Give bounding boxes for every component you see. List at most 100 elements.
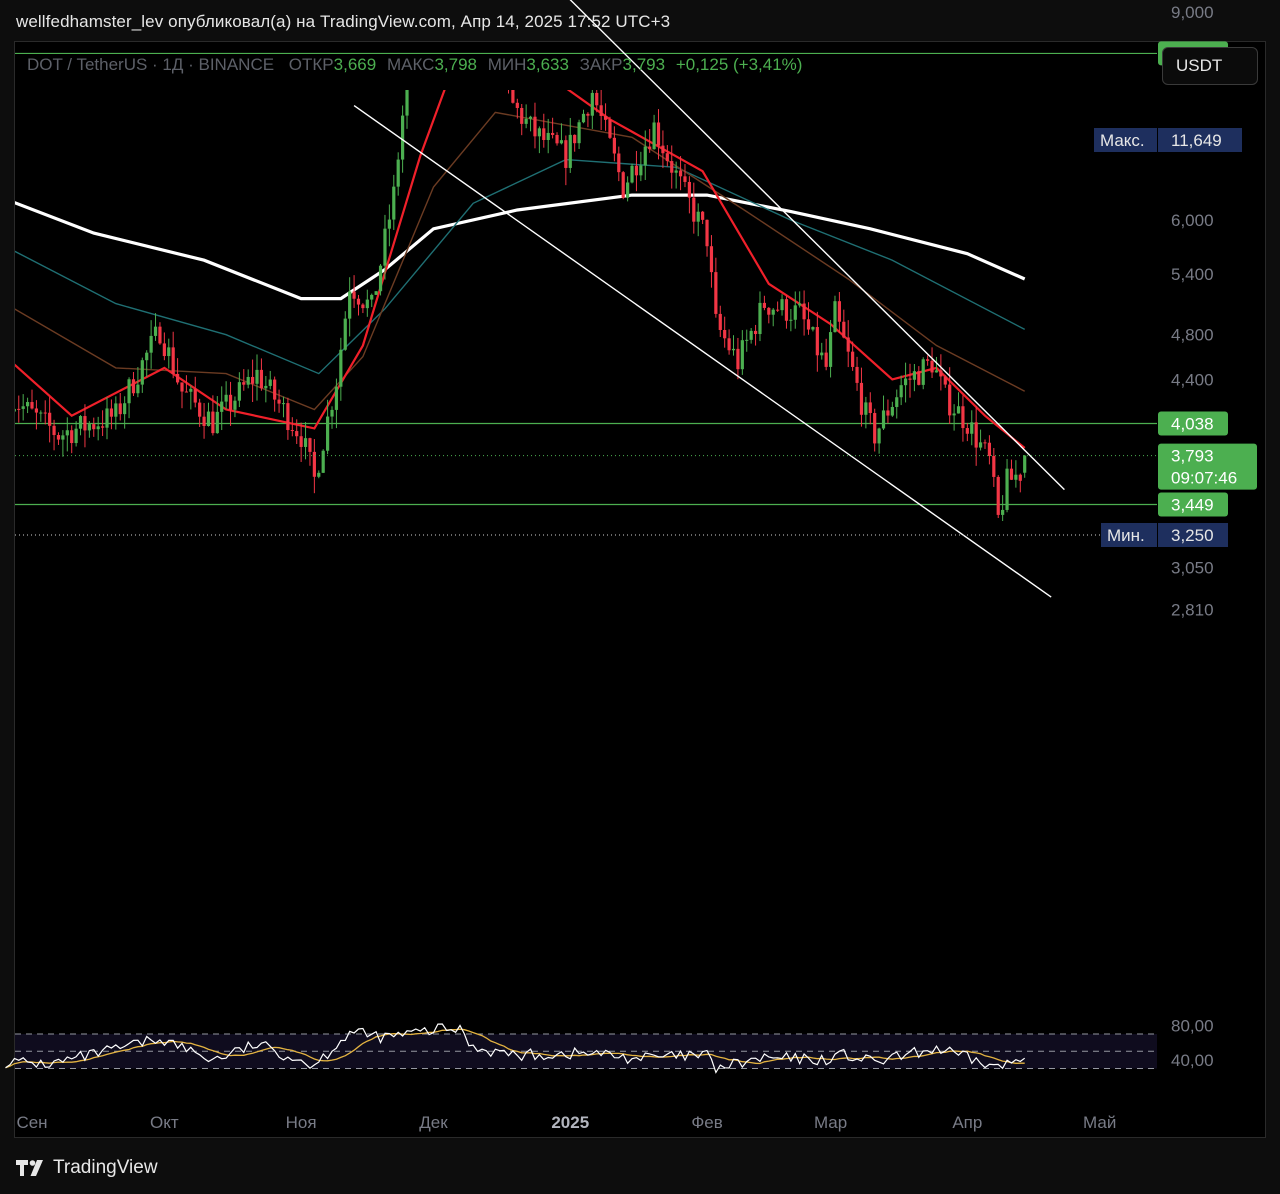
candle-body: [419, 28, 422, 54]
candle-body: [793, 305, 797, 320]
candle-body: [383, 228, 387, 266]
legend-symbol: DOT / TetherUS · 1Д · BINANCE: [27, 55, 275, 74]
candle-body: [714, 272, 718, 314]
candle-body: [211, 411, 215, 434]
time-axis-tick-label: Фев: [691, 1113, 722, 1132]
candle-body: [48, 412, 52, 426]
currency-button[interactable]: USDT: [1162, 47, 1258, 85]
candle-body: [903, 378, 908, 386]
candle-body: [237, 382, 241, 401]
candle-body: [167, 347, 171, 357]
candle-body: [798, 303, 802, 306]
candle-body: [268, 379, 272, 386]
candle-body: [476, 24, 479, 34]
tradingview-logo[interactable]: TradingView: [16, 1157, 158, 1179]
candle-body: [930, 360, 934, 373]
time-axis-tick-label: Дек: [419, 1113, 448, 1132]
candle-body: [934, 370, 939, 373]
rsi-axis-tick-label: 40,00: [1171, 1051, 1214, 1070]
candle-body: [356, 298, 361, 305]
candle-body: [105, 408, 109, 428]
candle-body: [405, 90, 409, 116]
candle-body: [343, 318, 347, 350]
legend-close-value: 3,793: [622, 55, 666, 74]
candle-body: [846, 337, 850, 352]
candle-body: [61, 435, 65, 440]
candle-body: [56, 435, 61, 440]
candle-body: [833, 301, 837, 333]
chart-canvas[interactable]: 11,00010,0009,0008,0007,0006,0005,4004,8…: [0, 0, 1280, 1194]
candle-body: [767, 307, 771, 315]
candle-body: [242, 382, 246, 385]
candle-body: [396, 159, 400, 187]
candle-body: [339, 349, 343, 387]
level-price-badge: 4,038: [1171, 415, 1214, 434]
candle-body: [683, 176, 687, 182]
candle-body: [123, 403, 127, 415]
legend-change: +0,125 (+3,41%): [675, 55, 803, 74]
price-axis-tick-label: 9,000: [1171, 3, 1214, 22]
candle-body: [215, 411, 219, 434]
candle-body: [326, 416, 330, 451]
candle-body: [233, 400, 237, 410]
candle-body: [656, 122, 661, 146]
candle-body: [348, 291, 352, 319]
candle-body: [753, 330, 758, 335]
candle-body: [890, 406, 894, 416]
candle-body: [365, 299, 369, 309]
candle-body: [401, 115, 405, 160]
candle-body: [992, 455, 996, 477]
candle-body: [776, 309, 780, 311]
candle-body: [961, 406, 965, 429]
candle-body: [895, 397, 899, 407]
candle-body: [136, 384, 140, 394]
price-axis-tick-label: 5,400: [1171, 265, 1214, 284]
candle-body: [528, 116, 533, 119]
candle-body: [837, 301, 841, 322]
candle-body: [515, 102, 519, 108]
candle-body: [939, 370, 943, 377]
candle-body: [873, 413, 877, 444]
candle-body: [198, 402, 202, 417]
candle-body: [472, 0, 475, 24]
candle-body: [281, 403, 286, 405]
candle-body: [114, 403, 118, 417]
candle-body: [736, 348, 740, 370]
candle-body: [224, 394, 228, 402]
candle-body: [789, 319, 793, 321]
candle-body: [661, 145, 665, 154]
price-axis-tick-label: 2,810: [1171, 601, 1214, 620]
candle-body: [824, 352, 828, 367]
candle-body: [859, 382, 864, 415]
candle-body: [943, 376, 947, 385]
time-axis-tick-label: Мар: [814, 1113, 847, 1132]
candle-body: [886, 410, 890, 416]
candle-body: [70, 430, 74, 444]
candle-body: [290, 430, 294, 432]
candle-body: [277, 399, 281, 404]
candle-body: [630, 165, 634, 183]
candle-body: [696, 211, 700, 222]
candle-body: [78, 416, 83, 429]
max-value: 11,649: [1171, 131, 1222, 150]
candle-body: [648, 146, 652, 150]
candle-body: [603, 115, 608, 120]
footer-brand: TradingView: [53, 1157, 158, 1178]
candle-body: [842, 321, 846, 338]
candle-body: [43, 412, 47, 414]
candle-body: [678, 170, 683, 177]
legend-low-value: 3,633: [526, 55, 569, 74]
candle-body: [709, 246, 714, 273]
candle-body: [705, 219, 709, 247]
candle-body: [771, 309, 775, 315]
candle-body: [321, 450, 325, 473]
max-label: Макс.: [1100, 131, 1145, 150]
candle-body: [171, 347, 175, 374]
candle-body: [948, 384, 952, 416]
time-axis-tick-label: Апр: [952, 1113, 982, 1132]
candle-body: [330, 409, 334, 417]
candle-body: [295, 431, 299, 437]
candle-body: [551, 132, 555, 135]
candle-body: [851, 351, 855, 367]
candle-body: [427, 2, 430, 30]
